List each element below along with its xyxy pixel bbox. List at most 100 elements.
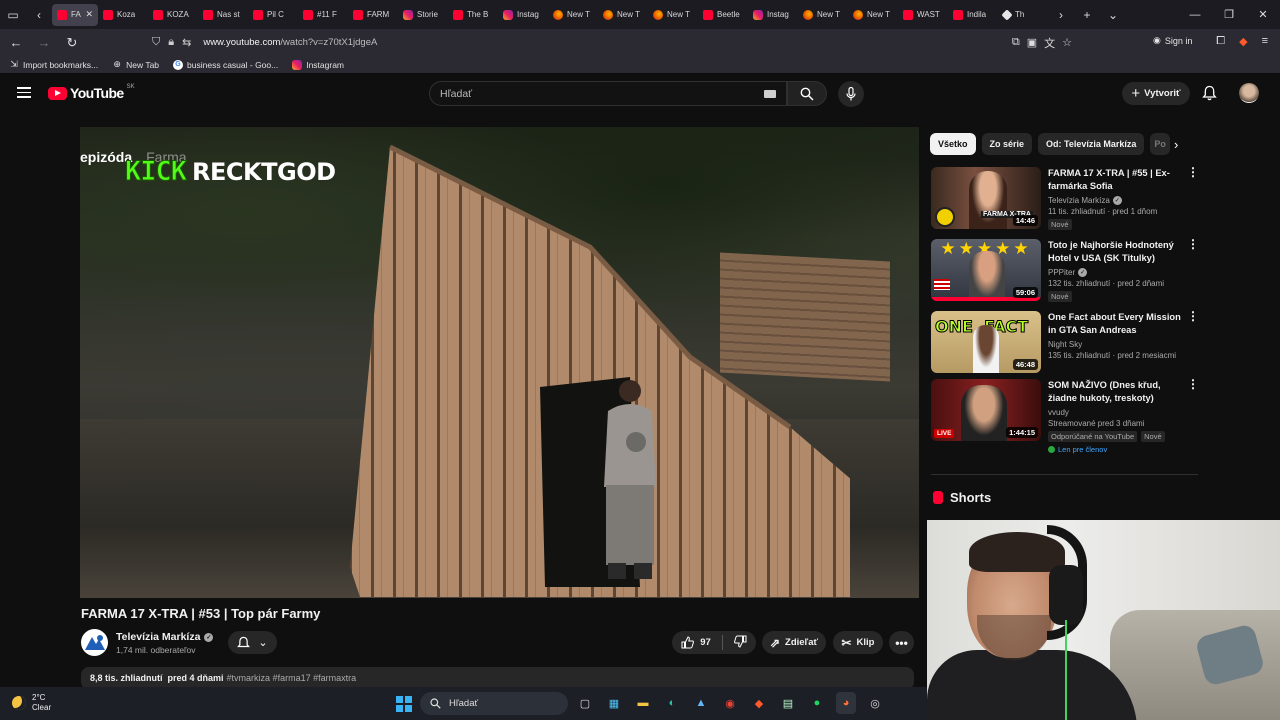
- user-avatar[interactable]: [1239, 83, 1259, 103]
- tab-scroll-left-icon[interactable]: ‹: [26, 0, 52, 29]
- back-icon[interactable]: ←: [4, 31, 28, 55]
- chip-series[interactable]: Zo série: [981, 133, 1033, 155]
- edge-icon[interactable]: ◐: [662, 692, 682, 714]
- recommendation-item[interactable]: ONE FACT 46:48 One Fact about Every Miss…: [931, 310, 1201, 375]
- photos-icon[interactable]: ▲: [691, 692, 711, 714]
- browser-tab[interactable]: New T: [598, 4, 648, 26]
- bookmark-instagram[interactable]: Instagram: [292, 59, 344, 70]
- browser-tab[interactable]: FAR ✕: [52, 3, 98, 26]
- chrome-icon[interactable]: ◉: [720, 692, 740, 714]
- more-vertical-icon[interactable]: ⋮: [1187, 310, 1199, 322]
- brave-icon[interactable]: ◆: [749, 692, 769, 714]
- pip-icon[interactable]: ⧉: [1012, 36, 1020, 49]
- browser-tab[interactable]: Beetle: [698, 4, 748, 26]
- voice-search-button[interactable]: [838, 81, 864, 107]
- more-vertical-icon[interactable]: ⋮: [1187, 238, 1199, 250]
- permissions-icon[interactable]: ⇆: [182, 36, 191, 49]
- chevron-right-icon[interactable]: ›: [1174, 137, 1178, 152]
- close-tab-icon[interactable]: ✕: [85, 9, 93, 20]
- address-bar[interactable]: ⛉ 🔒︎ ⇆ www.youtube.com/watch?v=z70tX1jdg…: [152, 31, 1072, 54]
- more-vertical-icon[interactable]: ⋮: [1187, 378, 1199, 390]
- recommendation-channel[interactable]: PPPiter ✓: [1048, 268, 1188, 277]
- recommendation-title[interactable]: FARMA 17 X-TRA | #55 | Ex-farmárka Sofia: [1048, 167, 1188, 193]
- taskbar-search[interactable]: Hľadať: [420, 692, 568, 715]
- spotify-icon[interactable]: ●: [807, 692, 827, 714]
- recommendation-item[interactable]: FARMA X-TRA 14:46 FARMA 17 X-TRA | #55 |…: [931, 166, 1201, 231]
- browser-tab[interactable]: Instag: [748, 4, 798, 26]
- browser-tab[interactable]: New T: [648, 4, 698, 26]
- notepad-icon[interactable]: ▤: [778, 692, 798, 714]
- browser-tab[interactable]: #11 F: [298, 4, 348, 26]
- dislike-button[interactable]: [733, 635, 747, 651]
- screenshot-icon[interactable]: ▣: [1027, 36, 1037, 49]
- recommendation-item[interactable]: ★★★★★ 59:06 Toto je Najhoršie Hodnotený …: [931, 238, 1201, 303]
- subscription-bell-button[interactable]: ⌄: [228, 631, 277, 654]
- extensions-icon[interactable]: ⧠: [1216, 35, 1225, 48]
- recommendation-title[interactable]: SOM NAŽIVO (Dnes křud, žiadne hukoty, tr…: [1048, 379, 1188, 405]
- tab-list-icon[interactable]: ⌄: [1100, 0, 1126, 29]
- notifications-button[interactable]: [1202, 85, 1217, 106]
- bookmark-star-icon[interactable]: ☆: [1062, 36, 1072, 49]
- firefox-icon[interactable]: ◕: [836, 692, 856, 714]
- file-explorer-icon[interactable]: ▬: [633, 692, 653, 714]
- youtube-logo[interactable]: YouTube SK: [48, 84, 135, 101]
- browser-tab[interactable]: Instag: [498, 4, 548, 26]
- tab-overview-icon[interactable]: ▭: [0, 0, 26, 29]
- minimize-icon[interactable]: —: [1178, 0, 1212, 29]
- browser-tab[interactable]: Indila: [948, 4, 998, 26]
- steam-icon[interactable]: ◎: [865, 692, 885, 714]
- new-tab-icon[interactable]: +: [1074, 0, 1100, 29]
- forward-icon[interactable]: →: [32, 31, 56, 55]
- browser-tab[interactable]: WAST: [898, 4, 948, 26]
- lock-icon[interactable]: 🔒︎: [168, 36, 174, 49]
- recommendation-title[interactable]: One Fact about Every Mission in GTA San …: [1048, 311, 1188, 337]
- chip-channel[interactable]: Od: Televízia Markíza: [1038, 133, 1145, 155]
- video-thumbnail[interactable]: ★★★★★ 59:06: [931, 239, 1041, 301]
- browser-tab[interactable]: New T: [848, 4, 898, 26]
- recommendation-item[interactable]: LIVE 1:44:15 SOM NAŽIVO (Dnes křud, žiad…: [931, 378, 1201, 464]
- guide-menu-icon[interactable]: [17, 87, 31, 98]
- chip-all[interactable]: Všetko: [930, 133, 976, 155]
- weather-widget[interactable]: 2°C Clear: [12, 693, 51, 713]
- clip-button[interactable]: ✂ Klip: [833, 631, 883, 654]
- recommendation-channel[interactable]: Televízia Markíza ✓: [1048, 196, 1188, 205]
- video-thumbnail[interactable]: LIVE 1:44:15: [931, 379, 1041, 441]
- browser-tab[interactable]: Koza: [98, 4, 148, 26]
- recommendation-channel[interactable]: Night Sky: [1048, 340, 1188, 349]
- recommendation-title[interactable]: Toto je Najhoršie Hodnotený Hotel v USA …: [1048, 239, 1188, 265]
- brave-rewards-icon[interactable]: ◆: [1239, 35, 1247, 48]
- search-input[interactable]: [440, 85, 740, 103]
- recommendation-channel[interactable]: vvudy: [1048, 408, 1188, 417]
- browser-tab[interactable]: Nas st: [198, 4, 248, 26]
- reload-icon[interactable]: ↻: [60, 31, 84, 55]
- browser-tab[interactable]: New T: [798, 4, 848, 26]
- chip-truncated[interactable]: Po: [1150, 133, 1171, 155]
- restore-icon[interactable]: ❐: [1212, 0, 1246, 29]
- close-window-icon[interactable]: ✕: [1246, 0, 1280, 29]
- like-button[interactable]: 97: [681, 636, 711, 649]
- more-actions-button[interactable]: •••: [889, 631, 914, 654]
- channel-name[interactable]: Televízia Markíza ✓: [116, 631, 214, 643]
- bookmark-import[interactable]: ⇲ Import bookmarks...: [9, 59, 98, 70]
- video-thumbnail[interactable]: ONE FACT 46:48: [931, 311, 1041, 373]
- store-icon[interactable]: ▦: [604, 692, 624, 714]
- browser-tab[interactable]: KOZA: [148, 4, 198, 26]
- task-view-icon[interactable]: ▢: [575, 692, 595, 714]
- keyboard-icon[interactable]: [764, 90, 776, 98]
- more-vertical-icon[interactable]: ⋮: [1187, 166, 1199, 178]
- windows-start-icon[interactable]: [396, 696, 412, 712]
- tracking-shield-icon[interactable]: ⛉: [152, 36, 160, 49]
- browser-tab[interactable]: FARM: [348, 4, 398, 26]
- bookmark-business-casual[interactable]: Gbusiness casual - Goo...: [173, 59, 278, 70]
- channel-avatar[interactable]: [81, 629, 108, 656]
- browser-tab[interactable]: New T: [548, 4, 598, 26]
- video-player[interactable]: epizóda Farma KICK RECKTGOD: [80, 127, 919, 598]
- search-button[interactable]: [787, 81, 827, 106]
- browser-tab[interactable]: Pil C: [248, 4, 298, 26]
- browser-tab[interactable]: Storie: [398, 4, 448, 26]
- tab-scroll-right-icon[interactable]: ›: [1048, 0, 1074, 29]
- browser-tab[interactable]: The B: [448, 4, 498, 26]
- sign-in-button[interactable]: ◉ Sign in: [1153, 35, 1192, 46]
- create-button[interactable]: + Vytvoriť: [1122, 82, 1190, 105]
- browser-tab[interactable]: Th: [998, 4, 1048, 26]
